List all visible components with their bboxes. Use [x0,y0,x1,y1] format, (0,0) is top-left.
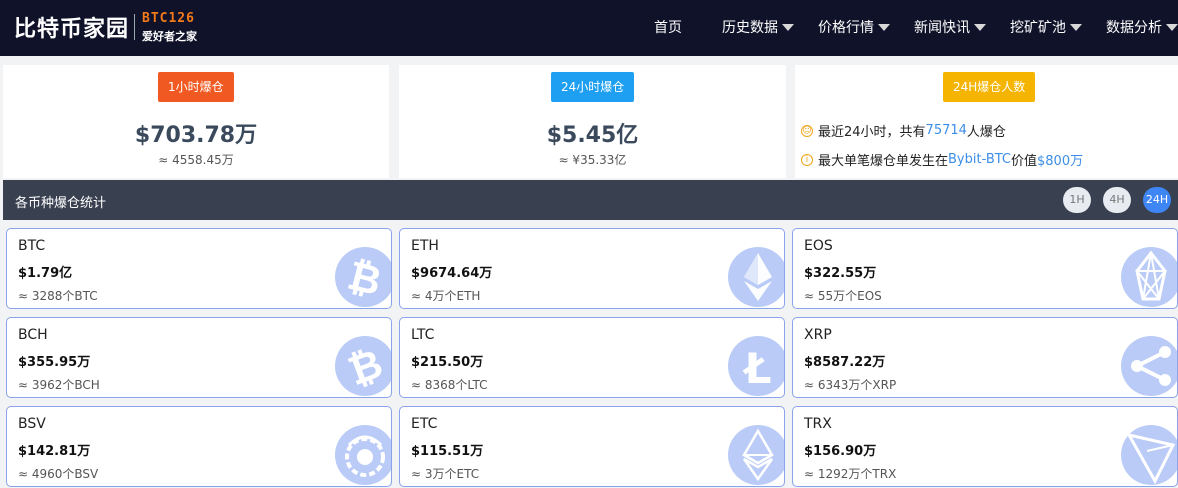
eos-icon [1121,247,1177,307]
stat-card-24h-liquidation: 24小时爆仓 $5.45亿 ≈ ¥35.33亿 [399,65,786,178]
coin-amount: ≈ 3962个BCH [18,378,100,392]
nav-label: 数据分析 [1106,20,1162,36]
coin-value: $322.55万 [804,266,877,281]
people-count: 75714 [925,123,967,138]
svg-text:₿: ₿ [342,341,388,395]
nav-label: 首页 [654,20,682,36]
coin-card-btc[interactable]: BTC $1.79亿 ≈ 3288个BTC ₿ [6,228,392,309]
timeframe-24h-button[interactable]: 24H [1143,187,1171,213]
nav-news-flash[interactable]: 新闻快讯 [914,17,986,37]
coin-name: BTC [18,238,46,254]
coin-name: BCH [18,327,48,343]
tag-24h-people: 24H爆仓人数 [943,72,1036,102]
coin-name: ETC [411,416,438,432]
chevron-down-icon [878,23,890,31]
coin-value: $8587.22万 [804,355,886,370]
nav-label: 挖矿矿池 [1010,20,1066,36]
coin-value: $115.51万 [411,444,484,459]
coin-card-ltc[interactable]: LTC $215.50万 ≈ 8368个LTC Ł [399,317,785,398]
largest-line-prefix: 最大单笔爆仓单发生在 [818,154,949,169]
largest-exchange-link[interactable]: Bybit-BTC [948,152,1011,167]
coin-card-bch[interactable]: BCH $355.95万 ≈ 3962个BCH ₿ [6,317,392,398]
svg-text:Ł: Ł [743,344,772,393]
info-icon: i [801,153,813,166]
chevron-down-icon [1070,23,1082,31]
coin-amount: ≈ 55万个EOS [804,289,882,303]
coin-value: $142.81万 [18,444,91,459]
nav-home[interactable]: 首页 [654,17,682,37]
people-count-line: ☺ 最近24小时，共有 75714 人爆仓 [801,121,1006,140]
chevron-down-icon [1166,23,1178,31]
coin-card-etc[interactable]: ETC $115.51万 ≈ 3万个ETC [399,406,785,487]
coin-card-eos[interactable]: EOS $322.55万 ≈ 55万个EOS [792,228,1178,309]
coin-name: BSV [18,416,46,432]
coin-name: ETH [411,238,439,254]
coin-value: $355.95万 [18,355,91,370]
people-line-prefix: 最近24小时，共有 [818,125,926,140]
stat-card-24h-people: 24H爆仓人数 ☺ 最近24小时，共有 75714 人爆仓 i 最大单笔爆仓单发… [795,65,1178,178]
chevron-down-icon [782,23,794,31]
liquidation-1h-cny: ≈ 4558.45万 [158,153,234,167]
nav-label: 新闻快讯 [914,20,970,36]
nav-data-analysis[interactable]: 数据分析 [1106,17,1178,37]
coin-card-bsv[interactable]: BSV $142.81万 ≈ 4960个BSV [6,406,392,487]
nav-history-data[interactable]: 历史数据 [722,17,794,37]
coin-value: $9674.64万 [411,266,493,281]
coin-card-eth[interactable]: ETH $9674.64万 ≈ 4万个ETH [399,228,785,309]
smile-icon: ☺ [801,124,813,137]
timeframe-1h-button[interactable]: 1H [1063,187,1091,213]
top-navbar: 比特币家园 BTC126 爱好者之家 首页 历史数据 价格行情 新闻快讯 挖矿矿… [0,0,1178,56]
nav-mining-pool[interactable]: 挖矿矿池 [1010,17,1082,37]
liquidation-1h-value: $703.78万 [134,123,258,148]
largest-liquidation-line: i 最大单笔爆仓单发生在 Bybit-BTC 价值 $800万 [801,150,1083,169]
tag-1h-liquidation: 1小时爆仓 [158,72,234,102]
coin-name: TRX [804,416,832,432]
tron-icon [1121,425,1177,485]
coin-name: XRP [804,327,832,343]
site-logo-code[interactable]: BTC126 [142,11,195,26]
ripple-icon [1121,336,1177,396]
coin-amount: ≈ 6343万个XRP [804,378,897,392]
coin-card-xrp[interactable]: XRP $8587.22万 ≈ 6343万个XRP [792,317,1178,398]
coin-amount: ≈ 8368个LTC [411,378,488,392]
ethereum-icon [728,247,784,307]
coin-amount: ≈ 3288个BTC [18,289,98,303]
coin-value: $1.79亿 [18,266,73,281]
section-title: 各币种爆仓统计 [15,196,107,211]
coin-value: $215.50万 [411,355,484,370]
liquidation-24h-cny: ≈ ¥35.33亿 [558,153,627,167]
coin-name: EOS [804,238,833,254]
site-logo-tagline: 爱好者之家 [142,30,197,43]
largest-line-mid: 价值 [1011,154,1038,169]
coin-amount: ≈ 4960个BSV [18,467,99,481]
coin-liquidation-section-header: 各币种爆仓统计 1H 4H 24H [3,180,1178,220]
coin-card-trx[interactable]: TRX $156.90万 ≈ 1292万个TRX [792,406,1178,487]
timeframe-4h-button[interactable]: 4H [1103,187,1131,213]
coin-amount: ≈ 4万个ETH [411,289,481,303]
coin-amount: ≈ 1292万个TRX [804,467,897,481]
ethereum-classic-icon [728,425,784,485]
liquidation-24h-value: $5.45亿 [546,123,639,148]
coin-name: LTC [411,327,435,343]
bsv-dragon-icon [335,425,391,485]
stat-card-1h-liquidation: 1小时爆仓 $703.78万 ≈ 4558.45万 [3,65,389,178]
litecoin-icon: Ł [728,336,784,396]
site-logo-title[interactable]: 比特币家园 [14,11,129,43]
bitcoin-icon: ₿ [335,247,391,307]
coin-amount: ≈ 3万个ETC [411,467,480,481]
bitcoin-cash-icon: ₿ [335,336,391,396]
nav-price-market[interactable]: 价格行情 [818,17,890,37]
nav-label: 价格行情 [818,20,874,36]
chevron-down-icon [974,23,986,31]
coin-value: $156.90万 [804,444,877,459]
svg-text:₿: ₿ [343,253,386,306]
nav-label: 历史数据 [722,20,778,36]
people-line-suffix: 人爆仓 [966,125,1006,140]
largest-value: $800万 [1037,154,1084,169]
tag-24h-liquidation: 24小时爆仓 [551,72,635,102]
logo-divider [134,14,135,40]
